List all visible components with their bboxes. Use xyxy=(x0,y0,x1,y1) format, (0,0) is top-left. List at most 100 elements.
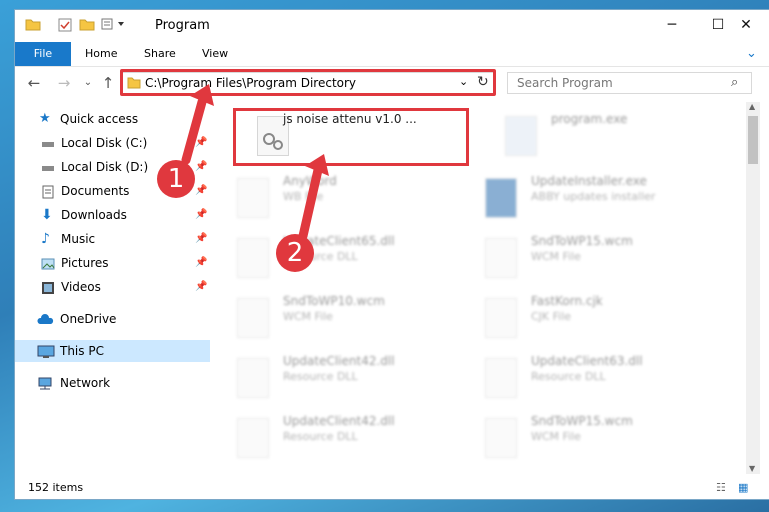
nav-item-network[interactable]: Network xyxy=(15,372,210,394)
computer-icon xyxy=(37,344,55,358)
nav-item-quick-access[interactable]: ★ Quick access xyxy=(15,108,210,130)
address-row: ← → ⌄ ↑ C:\Program Files\Program Directo… xyxy=(15,68,769,98)
file-item[interactable]: FastKorn.cjk CJK File xyxy=(461,290,701,350)
scroll-up-icon[interactable]: ▲ xyxy=(749,102,755,111)
close-button[interactable]: ✕ xyxy=(723,10,769,40)
customize-toolbar-icon[interactable] xyxy=(101,17,129,34)
file-item[interactable]: UpdateClient63.dll Resource DLL xyxy=(461,350,701,410)
ribbon: File Home Share View ⌄ xyxy=(15,42,769,67)
star-icon: ★ xyxy=(39,111,51,126)
file-name: SndToWP15.wcm xyxy=(531,414,633,428)
item-count: 152 items xyxy=(28,481,84,494)
file-name: UpdateInstaller.exe xyxy=(531,174,647,188)
recent-locations-icon[interactable]: ⌄ xyxy=(79,74,97,92)
nav-item-label: OneDrive xyxy=(60,312,117,326)
back-arrow-icon[interactable]: ← xyxy=(25,74,43,92)
explorer-window: Program ─ ☐ ✕ File Home Share View ⌄ ← →… xyxy=(14,9,769,500)
file-icon xyxy=(485,298,517,338)
nav-item-this-pc[interactable]: This PC xyxy=(15,340,210,362)
pin-icon[interactable]: 📌 xyxy=(195,228,207,250)
file-type: WB File xyxy=(283,190,324,203)
cloud-icon xyxy=(37,312,54,326)
nav-item-label: Pictures xyxy=(61,256,109,270)
pin-icon[interactable]: 📌 xyxy=(195,156,207,178)
nav-item-downloads[interactable]: ⬇ Downloads 📌 xyxy=(15,204,210,226)
pin-icon[interactable]: 📌 xyxy=(195,252,207,274)
pin-icon[interactable]: 📌 xyxy=(195,132,207,154)
pin-icon[interactable]: 📌 xyxy=(195,276,207,298)
file-type: Resource DLL xyxy=(283,430,358,443)
installer-icon xyxy=(485,178,517,218)
pin-icon[interactable]: 📌 xyxy=(195,204,207,226)
file-name: SndToWP15.wcm xyxy=(531,234,633,248)
up-arrow-icon[interactable]: ↑ xyxy=(99,74,117,92)
nav-item-pictures[interactable]: Pictures 📌 xyxy=(15,252,210,274)
nav-item-onedrive[interactable]: OneDrive xyxy=(15,308,210,330)
tab-view[interactable]: View xyxy=(202,42,228,66)
nav-item-videos[interactable]: Videos 📌 xyxy=(15,276,210,298)
tab-home[interactable]: Home xyxy=(85,42,117,66)
exe-file-icon xyxy=(505,116,537,156)
chevron-down-icon[interactable]: ⌄ xyxy=(746,42,757,66)
nav-item-label: This PC xyxy=(60,344,104,358)
search-input[interactable]: Search Program ⌕ xyxy=(507,72,752,94)
new-folder-icon[interactable] xyxy=(79,17,95,34)
documents-icon xyxy=(41,184,55,199)
nav-item-label: Network xyxy=(60,376,111,390)
nav-item-label: Videos xyxy=(61,280,101,294)
file-type: WCM File xyxy=(283,310,333,323)
file-item[interactable]: UpdateInstaller.exe ABBY updates install… xyxy=(461,170,701,230)
file-item[interactable]: SndToWP15.wcm WCM File xyxy=(461,410,701,464)
properties-icon[interactable] xyxy=(57,17,73,36)
drive-icon xyxy=(41,160,55,174)
tab-file[interactable]: File xyxy=(15,42,71,66)
file-name: FastKorn.cjk xyxy=(531,294,603,308)
file-name: UpdateClient63.dll xyxy=(531,354,643,368)
pictures-icon xyxy=(41,256,55,270)
step-badge-2: 2 xyxy=(276,234,314,272)
step-badge-1: 1 xyxy=(157,160,195,198)
network-icon xyxy=(37,376,52,390)
file-type: WCM File xyxy=(531,250,581,263)
search-icon[interactable]: ⌕ xyxy=(731,75,738,90)
tab-share[interactable]: Share xyxy=(144,42,176,66)
details-view-icon[interactable]: ☷ xyxy=(716,476,726,500)
file-list: js noise attenu v1.0 ... program.exe Any… xyxy=(213,102,744,464)
dll-file-icon xyxy=(485,358,517,398)
file-type: ABBY updates installer xyxy=(531,190,656,203)
file-item[interactable]: program.exe xyxy=(481,108,721,168)
scroll-down-icon[interactable]: ▼ xyxy=(749,464,755,473)
nav-item-label: Quick access xyxy=(60,112,139,126)
nav-item-music[interactable]: ♪ Music 📌 xyxy=(15,228,210,250)
file-item[interactable]: UpdateClient65.dll Resource DLL xyxy=(213,230,453,290)
file-type: CJK File xyxy=(531,310,572,323)
file-type: Resource DLL xyxy=(531,370,606,383)
file-name: AnyWord xyxy=(283,174,337,188)
large-icons-view-icon[interactable]: ▦ xyxy=(738,476,748,500)
dll-file-icon xyxy=(237,418,269,458)
title-bar: Program ─ ☐ ✕ xyxy=(15,10,769,42)
file-highlight-box xyxy=(233,108,469,166)
download-icon: ⬇ xyxy=(41,207,53,223)
file-item[interactable]: AnyWord WB File xyxy=(213,170,453,230)
nav-item-local-disk-c[interactable]: Local Disk (C:) 📌 xyxy=(15,132,210,154)
scrollbar-thumb[interactable] xyxy=(748,116,758,164)
file-item[interactable]: SndToWP10.wcm WCM File xyxy=(213,290,453,350)
forward-arrow-icon[interactable]: → xyxy=(55,74,73,92)
file-item[interactable]: UpdateClient42.dll Resource DLL xyxy=(213,350,453,410)
file-item[interactable]: SndToWP15.wcm WCM File xyxy=(461,230,701,290)
vertical-scrollbar[interactable]: ▲ ▼ xyxy=(746,102,760,474)
folder-icon[interactable] xyxy=(25,17,41,34)
file-item[interactable]: UpdateClient42.dll Resource DLL xyxy=(213,410,453,464)
videos-icon xyxy=(41,280,55,294)
window-title: Program xyxy=(155,18,210,33)
music-icon: ♪ xyxy=(41,231,50,247)
file-name: SndToWP10.wcm xyxy=(283,294,385,308)
minimize-button[interactable]: ─ xyxy=(649,10,695,40)
pin-icon[interactable]: 📌 xyxy=(195,180,207,202)
nav-item-label: Downloads xyxy=(61,208,127,222)
file-name: UpdateClient42.dll xyxy=(283,414,395,428)
file-name: program.exe xyxy=(551,112,628,126)
file-type: Resource DLL xyxy=(283,370,358,383)
dll-file-icon xyxy=(237,358,269,398)
